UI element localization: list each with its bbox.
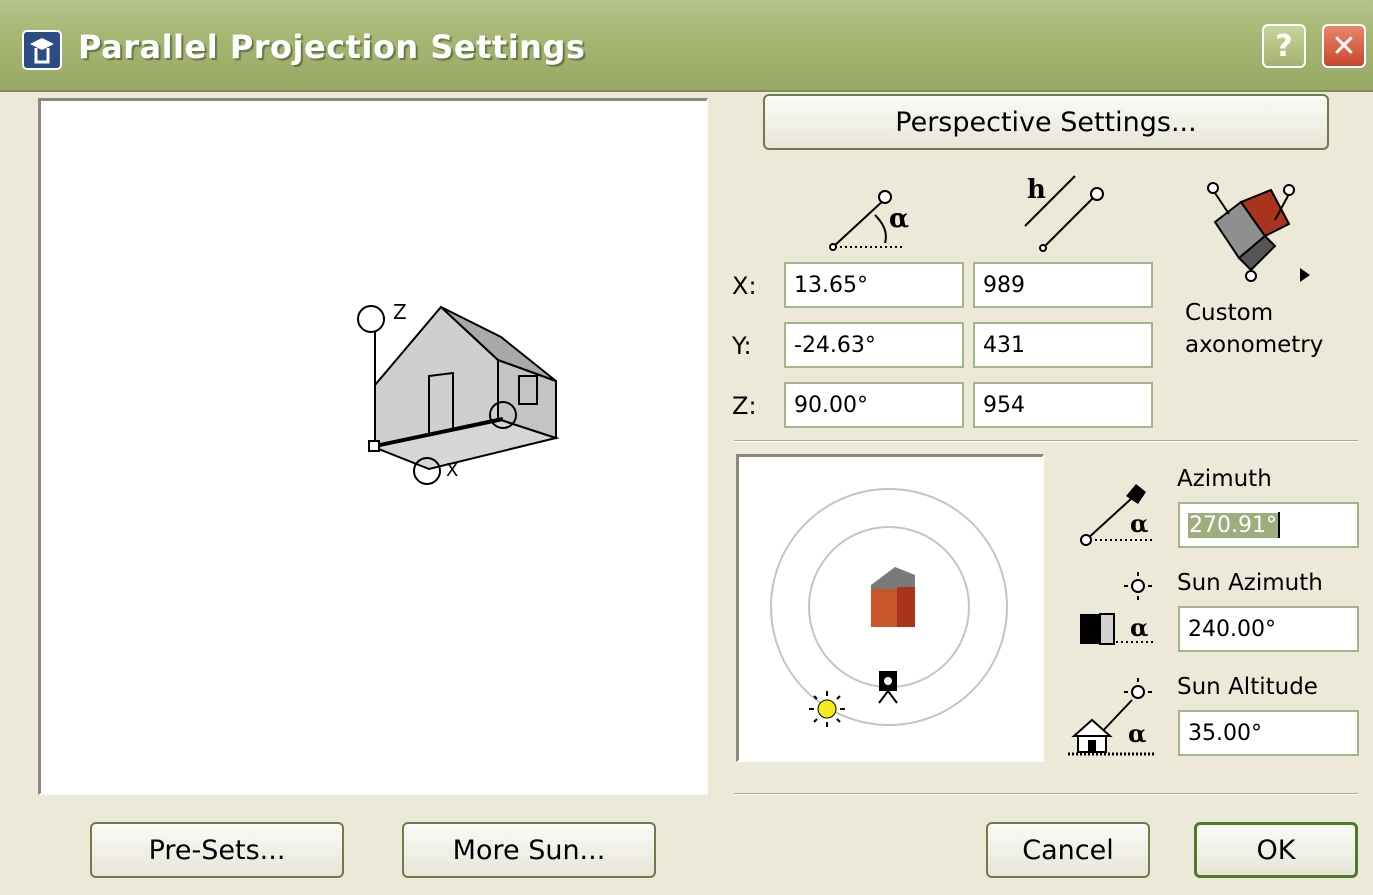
svg-text:h: h — [1027, 175, 1046, 205]
svg-text:α: α — [1128, 719, 1146, 748]
azimuth-value: 270.91° — [1188, 512, 1278, 538]
x-angle-field[interactable]: 13.65° — [784, 262, 964, 308]
text-cursor — [1277, 512, 1280, 538]
z-axis-label: Z — [393, 300, 407, 324]
sun-altitude-field[interactable]: 35.00° — [1178, 710, 1359, 756]
z-length-field[interactable]: 954 — [973, 382, 1153, 428]
app-icon — [22, 30, 62, 70]
sun-altitude-icon: α — [1068, 678, 1156, 756]
azimuth-field[interactable]: 270.91° — [1178, 502, 1359, 548]
svg-text:α: α — [889, 204, 909, 234]
x-axis-label: X — [446, 460, 458, 481]
cancel-button[interactable]: Cancel — [986, 822, 1150, 878]
presets-button[interactable]: Pre-Sets... — [90, 822, 344, 878]
z-label: Z: — [732, 392, 757, 420]
y-angle-field[interactable]: -24.63° — [784, 322, 964, 368]
dropdown-arrow-icon[interactable] — [1298, 266, 1312, 284]
building-icon — [871, 567, 915, 627]
projection-preview[interactable]: Z X — [38, 98, 708, 795]
help-button[interactable]: ? — [1262, 24, 1306, 68]
house-axonometry-graphic: Z X — [357, 300, 560, 485]
y-label: Y: — [732, 332, 752, 360]
camera-icon — [878, 671, 898, 704]
window-title: Parallel Projection Settings — [78, 28, 586, 66]
more-sun-button[interactable]: More Sun... — [402, 822, 656, 878]
camera-azimuth-icon: α — [1080, 484, 1154, 546]
separator-bottom — [734, 793, 1358, 795]
sun-azimuth-icon: α — [1080, 572, 1156, 645]
projection-type-line2: axonometry — [1185, 332, 1324, 358]
sun-marker-icon[interactable] — [809, 691, 845, 727]
azimuth-label: Azimuth — [1177, 466, 1272, 492]
perspective-settings-button[interactable]: Perspective Settings... — [763, 94, 1329, 150]
svg-text:α: α — [1130, 613, 1148, 642]
y-length-field[interactable]: 431 — [973, 322, 1153, 368]
sun-azimuth-label: Sun Azimuth — [1177, 570, 1323, 596]
angle-alpha-icon: α — [829, 190, 909, 251]
z-angle-field[interactable]: 90.00° — [784, 382, 964, 428]
close-button[interactable]: ✕ — [1322, 24, 1366, 68]
sun-position-panel[interactable] — [736, 454, 1044, 762]
custom-axonometry-icon[interactable] — [1195, 180, 1305, 290]
length-h-icon: h — [1024, 175, 1104, 252]
x-label: X: — [732, 272, 757, 300]
sun-azimuth-field[interactable]: 240.00° — [1178, 606, 1359, 652]
projection-type-line1: Custom — [1185, 300, 1274, 326]
sun-altitude-label: Sun Altitude — [1177, 674, 1318, 700]
svg-text:α: α — [1130, 509, 1148, 538]
ok-button[interactable]: OK — [1194, 822, 1358, 878]
separator — [734, 440, 1358, 442]
x-length-field[interactable]: 989 — [973, 262, 1153, 308]
